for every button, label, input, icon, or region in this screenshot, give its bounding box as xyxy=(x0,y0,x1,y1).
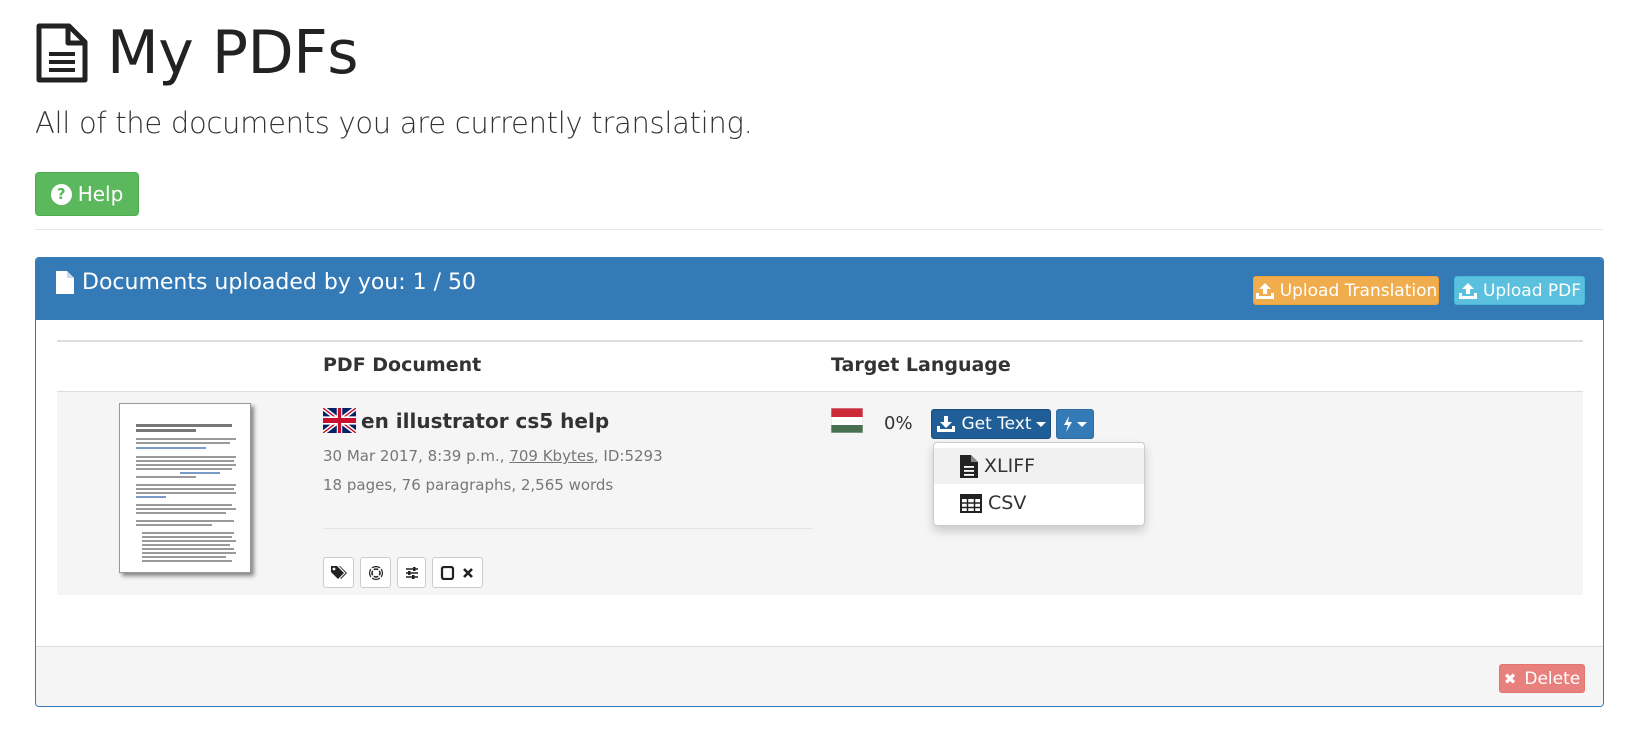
quick-actions-button[interactable] xyxy=(1056,409,1094,439)
close-icon: ✖ xyxy=(1503,669,1517,688)
upload-icon xyxy=(1255,282,1274,299)
document-name[interactable]: en illustrator cs5 help xyxy=(361,409,609,433)
flag-uk-icon xyxy=(323,408,356,433)
file-icon xyxy=(960,454,978,478)
remove-button[interactable] xyxy=(432,557,483,588)
help-button[interactable]: ? Help xyxy=(35,172,139,216)
row-divider xyxy=(323,528,813,529)
column-header-pdf-document: PDF Document xyxy=(323,354,482,376)
get-text-label: Get Text xyxy=(961,414,1032,434)
lifebuoy-icon xyxy=(368,565,383,580)
sliders-icon xyxy=(405,566,418,579)
page: My PDFs All of the documents you are cur… xyxy=(0,0,1637,735)
document-thumbnail[interactable] xyxy=(119,403,251,573)
divider xyxy=(35,229,1603,230)
download-icon xyxy=(937,416,956,432)
table-icon xyxy=(960,493,982,513)
bolt-icon xyxy=(1064,416,1072,432)
upload-pdf-button[interactable]: Upload PDF xyxy=(1454,276,1585,305)
help-button-label: Help xyxy=(77,182,124,206)
settings-button[interactable] xyxy=(397,557,426,588)
document-meta: 30 Mar 2017, 8:39 p.m., 709 Kbytes, ID:5… xyxy=(323,447,663,465)
caret-down-icon xyxy=(1035,421,1046,427)
upload-icon xyxy=(1458,282,1477,299)
flag-hu-icon xyxy=(831,408,863,433)
document-name-group: en illustrator cs5 help xyxy=(323,408,609,433)
page-title: My PDFs xyxy=(107,18,359,88)
table-top-border xyxy=(57,340,1583,342)
documents-panel: Documents uploaded by you: 1 / 50 Upload… xyxy=(35,257,1604,707)
dropdown-item-csv[interactable]: CSV xyxy=(934,485,1144,521)
document-size-link[interactable]: 709 Kbytes xyxy=(509,447,594,465)
page-header: My PDFs xyxy=(35,18,359,88)
get-text-button[interactable]: Get Text xyxy=(931,409,1051,439)
dropdown-item-xliff[interactable]: XLIFF xyxy=(934,448,1144,484)
tags-button[interactable] xyxy=(323,557,354,588)
file-text-icon xyxy=(36,23,88,83)
table-row xyxy=(57,391,1583,595)
document-stats: 18 pages, 76 paragraphs, 2,565 words xyxy=(323,476,614,494)
file-icon xyxy=(56,271,74,294)
square-x-icon xyxy=(440,565,473,580)
tags-icon xyxy=(330,565,347,579)
panel-heading: Documents uploaded by you: 1 / 50 Upload… xyxy=(36,258,1603,320)
delete-button[interactable]: ✖ Delete xyxy=(1499,664,1585,693)
panel-title-text: Documents uploaded by you: 1 / 50 xyxy=(82,270,477,295)
get-text-dropdown: XLIFF CSV xyxy=(933,442,1145,526)
lifebuoy-button[interactable] xyxy=(360,557,391,588)
panel-title: Documents uploaded by you: 1 / 50 xyxy=(56,270,476,295)
translation-progress: 0% xyxy=(884,413,913,434)
upload-pdf-label: Upload PDF xyxy=(1482,280,1582,301)
column-header-target-language: Target Language xyxy=(831,354,1011,376)
document-id: , ID:5293 xyxy=(593,447,663,465)
page-subtitle: All of the documents you are currently t… xyxy=(35,106,753,140)
document-date: 30 Mar 2017, 8:39 p.m., xyxy=(323,447,505,465)
panel-footer: ✖ Delete xyxy=(36,646,1603,706)
upload-translation-button[interactable]: Upload Translation xyxy=(1253,276,1439,305)
delete-label: Delete xyxy=(1524,668,1581,689)
caret-down-icon xyxy=(1077,421,1087,427)
dropdown-item-csv-label: CSV xyxy=(988,492,1027,514)
question-circle-icon: ? xyxy=(50,183,72,205)
upload-translation-label: Upload Translation xyxy=(1279,280,1438,301)
dropdown-item-xliff-label: XLIFF xyxy=(984,455,1036,477)
